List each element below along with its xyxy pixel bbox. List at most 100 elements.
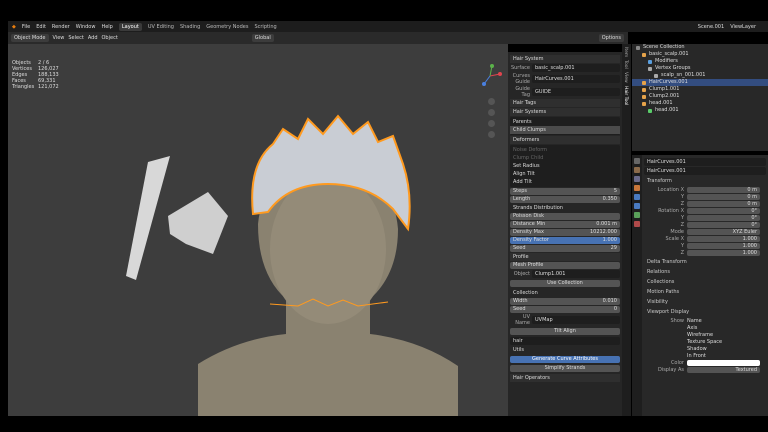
tool-tab-icon[interactable]	[634, 158, 640, 164]
color-swatch[interactable]	[687, 360, 760, 366]
section-deformers[interactable]: Deformers	[510, 136, 620, 144]
outliner-item[interactable]: Clump1.001	[632, 86, 768, 93]
blender-logo[interactable]: ◆	[12, 24, 16, 30]
menu-edit[interactable]: Edit	[36, 24, 46, 30]
menu-file[interactable]: File	[22, 24, 30, 30]
density-max-field[interactable]: Density Max 10212.000	[510, 229, 620, 236]
seed-field[interactable]: Seed 29	[510, 245, 620, 252]
menu-view[interactable]: View	[53, 35, 65, 41]
location-z-field[interactable]: 0 m	[687, 201, 760, 207]
axis-checkbox[interactable]: Axis	[687, 325, 697, 331]
tab-shading[interactable]: Shading	[180, 24, 200, 30]
view-layer-selector[interactable]: ViewLayer	[730, 24, 756, 30]
outliner-item[interactable]: HairCurves.001	[632, 79, 768, 86]
outliner-item[interactable]: head.001	[632, 107, 768, 114]
camera-view-icon[interactable]	[488, 120, 495, 127]
3d-viewport[interactable]: Objects 2 / 6 Vertices 126,027 Edges 188,13…	[8, 44, 508, 416]
tab-item[interactable]: Item	[623, 47, 628, 57]
section-hair-systems[interactable]: Hair Systems	[510, 108, 620, 116]
list-item[interactable]: Set Radius	[510, 162, 620, 170]
object-tab-icon[interactable]	[634, 185, 640, 191]
outliner-item[interactable]: scalp_sn_001.001	[632, 72, 768, 79]
object-name-field-2[interactable]: HairCurves.001	[644, 167, 766, 175]
width-field[interactable]: Width 0.010	[510, 298, 620, 305]
section-transform[interactable]: Transform	[644, 177, 766, 185]
outliner-item[interactable]: Clump2.001	[632, 93, 768, 100]
display-as-dropdown[interactable]: Textured	[687, 367, 760, 373]
location-x-field[interactable]: 0 m	[687, 187, 760, 193]
tab-tool[interactable]: Tool	[623, 60, 628, 69]
section-relations[interactable]: Relations	[644, 268, 766, 276]
axis-gizmo-icon[interactable]	[478, 64, 502, 88]
rotation-z-field[interactable]: 0°	[687, 222, 760, 228]
menu-help[interactable]: Help	[101, 24, 112, 30]
perspective-toggle-icon[interactable]	[488, 131, 495, 138]
tab-geometry-nodes[interactable]: Geometry Nodes	[206, 24, 248, 30]
output-tab-icon[interactable]	[634, 176, 640, 182]
section-motion-paths[interactable]: Motion Paths	[644, 288, 766, 296]
outliner-item[interactable]: head.001	[632, 100, 768, 107]
list-item[interactable]: Parents	[510, 118, 620, 126]
uv-name-field[interactable]: UVMap	[532, 316, 620, 324]
tab-view[interactable]: View	[623, 72, 628, 83]
menu-add[interactable]: Add	[88, 35, 98, 41]
rotation-mode-dropdown[interactable]: XYZ Euler	[687, 229, 760, 235]
object-field[interactable]: Clump1.001	[532, 270, 620, 278]
section-hair-tags[interactable]: Hair Tags	[510, 99, 620, 107]
rotation-y-field[interactable]: 0°	[687, 215, 760, 221]
distance-min-field[interactable]: Distance Min 0.001 m	[510, 221, 620, 228]
tab-uv-editing[interactable]: UV Editing	[148, 24, 174, 30]
scale-y-field[interactable]: 1.000	[687, 243, 760, 249]
length-field[interactable]: Length 0.350	[510, 196, 620, 203]
outliner-item[interactable]: Scene Collection	[632, 44, 768, 51]
in-front-checkbox[interactable]: In Front	[687, 353, 706, 359]
outliner-item[interactable]: basic_scalp.001	[632, 51, 768, 58]
menu-render[interactable]: Render	[52, 24, 70, 30]
profile-seed-field[interactable]: Seed 0	[510, 306, 620, 313]
tab-hair-tool[interactable]: Hair Tool	[623, 86, 628, 105]
menu-select[interactable]: Select	[68, 35, 83, 41]
list-item[interactable]: Align Tilt	[510, 170, 620, 178]
shadow-checkbox[interactable]: Shadow	[687, 346, 707, 352]
scene-selector[interactable]: Scene.001	[698, 24, 724, 30]
outliner-item[interactable]: Modifiers	[632, 58, 768, 65]
poisson-dropdown[interactable]: Poisson Disk	[510, 213, 620, 220]
curves-guide-field[interactable]: HairCurves.001	[532, 75, 620, 83]
list-item[interactable]: Add Tilt	[510, 178, 620, 186]
mesh-profile-dropdown[interactable]: Mesh Profile	[510, 262, 620, 269]
options-dropdown[interactable]: Options	[598, 34, 624, 42]
section-delta-transform[interactable]: Delta Transform	[644, 258, 766, 266]
tab-layout[interactable]: Layout	[118, 22, 142, 31]
list-item[interactable]: Clump Child	[510, 154, 620, 162]
material-tab-icon[interactable]	[634, 221, 640, 227]
steps-field[interactable]: Steps 5	[510, 188, 620, 195]
section-visibility[interactable]: Visibility	[644, 298, 766, 306]
object-name-field[interactable]: HairCurves.001	[644, 158, 766, 166]
orientation-dropdown[interactable]: Global	[251, 34, 274, 42]
texture-space-checkbox[interactable]: Texture Space	[687, 339, 722, 345]
guide-tag-field[interactable]: GUIDE	[532, 88, 620, 96]
tilt-align-button[interactable]: Tilt Align	[510, 328, 620, 335]
use-collection-button[interactable]: Use Collection	[510, 280, 620, 287]
scale-x-field[interactable]: 1.000	[687, 236, 760, 242]
simplify-strands-button[interactable]: Simplify Strands	[510, 365, 620, 372]
wireframe-checkbox[interactable]: Wireframe	[687, 332, 713, 338]
generate-curve-attributes-button[interactable]: Generate Curve Attributes	[510, 356, 620, 363]
section-hair-system[interactable]: Hair System	[510, 55, 620, 63]
surface-field[interactable]: basic_scalp.001	[532, 64, 620, 72]
hair-attribute-field[interactable]: hair	[510, 337, 620, 345]
density-factor-field[interactable]: Density Factor 1.000	[510, 237, 620, 244]
section-hair-operators[interactable]: Hair Operators	[510, 374, 620, 382]
pan-icon[interactable]	[488, 109, 495, 116]
section-collections[interactable]: Collections	[644, 278, 766, 286]
zoom-icon[interactable]	[488, 98, 495, 105]
scale-z-field[interactable]: 1.000	[687, 250, 760, 256]
section-profile[interactable]: Profile	[510, 253, 620, 261]
list-item[interactable]: Child Clumps	[510, 126, 620, 134]
data-tab-icon[interactable]	[634, 212, 640, 218]
rotation-x-field[interactable]: 0°	[687, 208, 760, 214]
location-y-field[interactable]: 0 m	[687, 194, 760, 200]
physics-tab-icon[interactable]	[634, 203, 640, 209]
menu-window[interactable]: Window	[76, 24, 96, 30]
modifier-tab-icon[interactable]	[634, 194, 640, 200]
